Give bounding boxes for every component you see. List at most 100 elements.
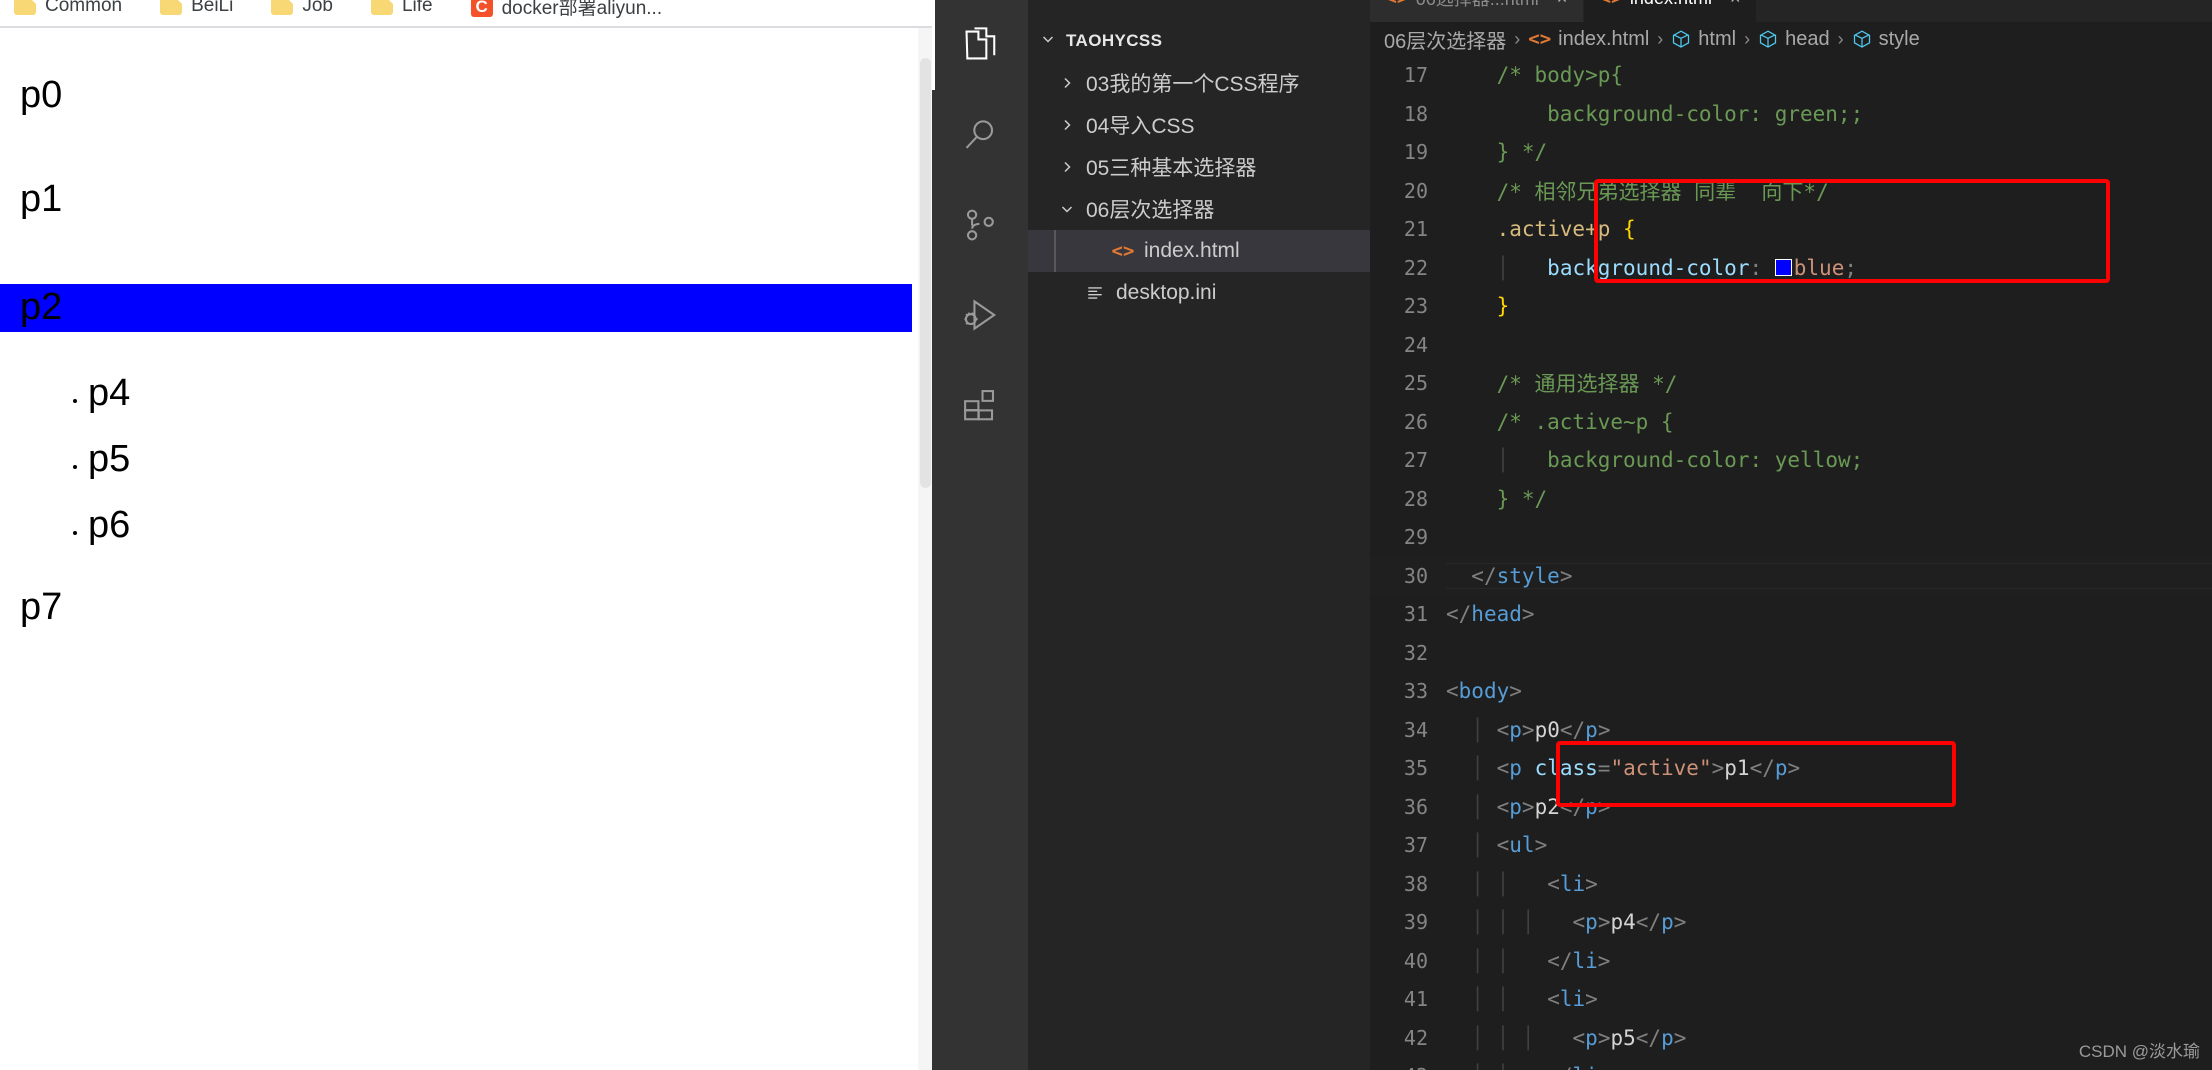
code-line[interactable]: 21 .active+p {	[1370, 210, 2212, 249]
html-file-icon: <>	[1528, 28, 1552, 50]
activity-bar-item-extensions[interactable]	[932, 360, 1028, 450]
code-line-text: │ │ │ <p>p4</p>	[1471, 910, 1687, 935]
breadcrumb-label: style	[1878, 27, 1920, 50]
html-file-icon: <>	[1600, 0, 1622, 9]
line-number: 26	[1403, 409, 1428, 434]
breadcrumb-segment[interactable]: <> index.html	[1528, 28, 1649, 51]
page-list-item: p5	[88, 440, 932, 478]
code-line[interactable]: 26 /* .active~p {	[1370, 403, 2212, 442]
page-list-item: p6	[88, 506, 932, 544]
activity-bar-item-search[interactable]	[932, 90, 1028, 180]
tree-row-label: 03我的第一个CSS程序	[1086, 73, 1300, 96]
activity-bar-item-explorer[interactable]	[932, 0, 1028, 90]
tree-file-row[interactable]: <> index.html	[1028, 230, 1370, 272]
line-number: 32	[1403, 640, 1428, 665]
code-editor[interactable]: 17 /* body>p{18 background-color: green;…	[1370, 56, 2212, 1070]
line-number: 17	[1403, 63, 1428, 88]
line-number: 36	[1403, 794, 1428, 819]
page-list-item-paragraph: p4	[88, 372, 131, 414]
code-line[interactable]: 36 │ <p>p2</p>	[1370, 788, 2212, 827]
line-number: 31	[1403, 602, 1428, 627]
docker-bookmark-icon: C	[470, 0, 493, 17]
explorer-root-header[interactable]: TAOHYCSS	[1028, 24, 1370, 58]
code-line[interactable]: 31 </head>	[1370, 595, 2212, 634]
tree-folder-row[interactable]: 06层次选择器	[1028, 188, 1370, 230]
code-line[interactable]: 19 } */	[1370, 133, 2212, 172]
line-number: 35	[1403, 756, 1428, 781]
bookmark-item[interactable]: Cdocker部署aliyun...	[470, 0, 662, 20]
html-file-icon: <>	[1386, 0, 1408, 9]
folder-icon	[14, 0, 36, 15]
line-number: 43	[1370, 1064, 1446, 1070]
code-line[interactable]: 25 /* 通用选择器 */	[1370, 364, 2212, 403]
breadcrumb-label: html	[1698, 27, 1737, 50]
code-line[interactable]: 22 │ background-color: blue;	[1370, 249, 2212, 288]
activity-bar-item-run-debug[interactable]	[932, 270, 1028, 360]
tree-file-row[interactable]: desktop.ini	[1028, 272, 1370, 314]
editor-tab[interactable]: <> index.html ×	[1584, 0, 1758, 22]
code-line[interactable]: 23 }	[1370, 287, 2212, 326]
bookmark-item[interactable]: Common	[14, 0, 122, 17]
browser-window: Common BeiLi Job Life Cdocker部署aliyun... p0 …	[0, 0, 932, 1070]
code-line[interactable]: 41 │ │ <li>	[1370, 980, 2212, 1019]
code-line-text: │ background-color: yellow;	[1496, 448, 1864, 473]
code-line[interactable]: 17 /* body>p{	[1370, 56, 2212, 95]
breadcrumb-segment[interactable]: html	[1671, 28, 1736, 51]
bookmark-item[interactable]: Job	[271, 0, 333, 17]
code-line[interactable]: 33 <body>	[1370, 672, 2212, 711]
code-line-text: } */	[1446, 140, 1548, 165]
code-line[interactable]: 34 │ <p>p0</p>	[1370, 711, 2212, 750]
code-line[interactable]: 20 /* 相邻兄弟选择器 同辈 向下*/	[1370, 172, 2212, 211]
bookmark-item[interactable]: Life	[370, 0, 433, 17]
browser-scrollbar-track[interactable]	[918, 28, 932, 1070]
tree-folder-row[interactable]: 03我的第一个CSS程序	[1028, 62, 1370, 104]
close-icon[interactable]: ×	[1557, 0, 1568, 9]
line-number: 29	[1403, 525, 1428, 550]
explorer-icon	[961, 26, 999, 64]
activity-bar-item-source-control[interactable]	[932, 180, 1028, 270]
tree-row-label: index.html	[1144, 239, 1240, 262]
editor-tab-bar: <> 06选择器...html × <> index.html ×	[1370, 0, 2212, 22]
code-line[interactable]: 30 </style>	[1370, 556, 2212, 595]
code-line[interactable]: 37 │ <ul>	[1370, 826, 2212, 865]
tree-folder-row[interactable]: 04导入CSS	[1028, 104, 1370, 146]
bookmark-item[interactable]: BeiLi	[160, 0, 233, 17]
breadcrumb-separator: ›	[1744, 28, 1751, 49]
line-number: 34	[1403, 717, 1428, 742]
code-line[interactable]: 27 │ background-color: yellow;	[1370, 441, 2212, 480]
folder-icon	[160, 0, 183, 15]
bookmark-label: Common	[45, 0, 123, 16]
code-line[interactable]: 18 background-color: green;;	[1370, 95, 2212, 134]
page-list-item-paragraph: p5	[88, 438, 131, 480]
code-line[interactable]: 24	[1370, 326, 2212, 365]
breadcrumb-segment[interactable]: style	[1852, 28, 1920, 51]
code-line[interactable]: 35 │ <p class="active">p1</p>	[1370, 749, 2212, 788]
bookmark-label: Job	[302, 0, 333, 16]
code-line[interactable]: 38 │ │ <li>	[1370, 865, 2212, 904]
tree-folder-row[interactable]: 05三种基本选择器	[1028, 146, 1370, 188]
code-line[interactable]: 29	[1370, 518, 2212, 557]
chevron-right-icon	[1054, 117, 1080, 133]
breadcrumb-segment[interactable]: head	[1758, 28, 1830, 51]
code-line[interactable]: 28 } */	[1370, 480, 2212, 519]
page-paragraph-p7: p7	[20, 586, 63, 628]
code-line[interactable]: 40 │ │ </li>	[1370, 942, 2212, 981]
code-line-text: } */	[1446, 486, 1548, 511]
code-line[interactable]: 32	[1370, 634, 2212, 673]
browser-scrollbar-thumb[interactable]	[920, 58, 931, 488]
close-icon[interactable]: ×	[1730, 0, 1741, 9]
search-icon	[961, 116, 999, 154]
tree-row-label: desktop.ini	[1116, 281, 1217, 304]
breadcrumb-segment[interactable]: 06层次选择器	[1384, 25, 1506, 54]
code-line-text: │ <p>p2</p>	[1471, 794, 1611, 819]
editor-tab[interactable]: <> 06选择器...html ×	[1370, 0, 1585, 22]
line-number: 19	[1403, 140, 1428, 165]
line-number: 42	[1403, 1025, 1428, 1050]
bookmark-label: Life	[401, 0, 433, 16]
explorer-panel: TAOHYCSS 03我的第一个CSS程序 04导入CSS 05三种基本选择器 06层…	[1028, 0, 1370, 1070]
code-line-text: /* body>p{	[1446, 63, 1624, 88]
editor-tab-label: 06选择器...html	[1416, 0, 1539, 11]
tree-row-label: 06层次选择器	[1086, 199, 1215, 222]
breadcrumb-separator: ›	[1837, 28, 1844, 49]
code-line[interactable]: 39 │ │ │ <p>p4</p>	[1370, 903, 2212, 942]
